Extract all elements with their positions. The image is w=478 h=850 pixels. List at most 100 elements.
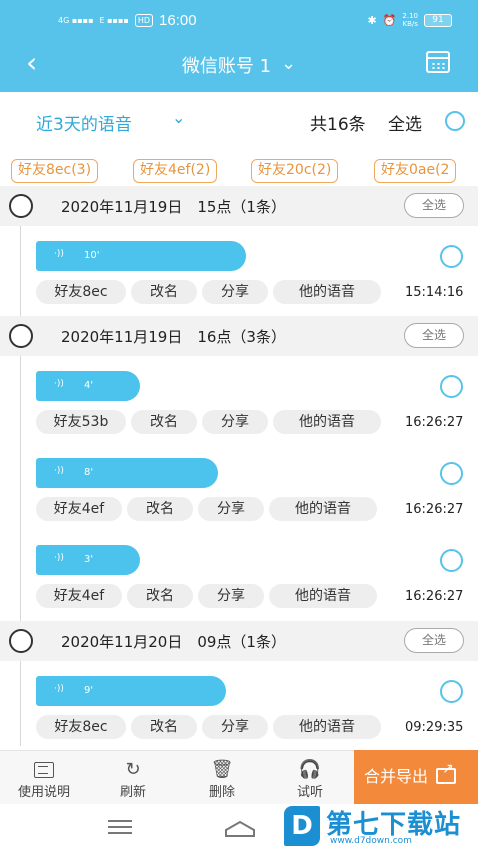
- item-timestamp: 09:29:35: [405, 720, 464, 735]
- export-icon: [436, 762, 457, 784]
- date-group-header: 2020年11月19日 16点（3条） 全选: [0, 316, 478, 356]
- friend-chip[interactable]: 好友4ef(2): [133, 159, 218, 183]
- item-actions: 好友4ef 改名 分享 他的语音: [36, 497, 377, 521]
- total-count: 共16条: [310, 115, 366, 135]
- page-title: 微信账号 1: [181, 56, 272, 77]
- listen-label: 试听: [296, 785, 323, 800]
- item-select-radio[interactable]: [440, 680, 463, 703]
- group-date-label: 2020年11月19日 15点（1条）: [61, 198, 286, 216]
- chevron-down-icon[interactable]: ⌄: [172, 108, 185, 127]
- voice-message-bubble[interactable]: ·)) 8': [36, 458, 218, 488]
- voice-duration: 9': [84, 685, 94, 696]
- signal-indicator-2: E ▪▪▪▪: [99, 16, 129, 25]
- group-date-label: 2020年11月19日 16点（3条）: [61, 328, 286, 346]
- battery-indicator: 91: [424, 13, 452, 27]
- voice-message-bubble[interactable]: ·)) 4': [36, 371, 140, 401]
- clock: 16:00: [159, 12, 197, 29]
- voice-message-bubble[interactable]: ·)) 10': [36, 241, 246, 271]
- group-select-radio[interactable]: [9, 629, 33, 653]
- watermark-url: www.d7down.com: [330, 836, 412, 846]
- merge-export-button[interactable]: 合并导出: [354, 750, 478, 804]
- item-actions: 好友53b 改名 分享 他的语音: [36, 410, 381, 434]
- friend-chip[interactable]: 好友8ec(3): [11, 159, 99, 183]
- document-icon: [34, 762, 54, 778]
- group-select-radio[interactable]: [9, 194, 33, 218]
- rename-button[interactable]: 改名: [131, 410, 197, 434]
- listen-button[interactable]: 🎧 试听: [272, 759, 348, 800]
- rename-button[interactable]: 改名: [131, 715, 197, 739]
- headphones-icon: 🎧: [298, 759, 322, 780]
- their-voice-button[interactable]: 他的语音: [273, 715, 381, 739]
- group-select-all-button[interactable]: 全选: [404, 628, 464, 653]
- watermark-logo: D 第七下载站 www.d7down.com: [284, 802, 474, 850]
- their-voice-button[interactable]: 他的语音: [273, 280, 381, 304]
- group-select-all-button[interactable]: 全选: [404, 193, 464, 218]
- item-select-radio[interactable]: [440, 245, 463, 268]
- status-bar: 4G ▪▪▪▪ E ▪▪▪▪ HD 16:00 ✱ ⏰ 2.10 KB/s 91: [0, 10, 478, 32]
- voice-duration: 3': [84, 554, 94, 565]
- item-select-radio[interactable]: [440, 462, 463, 485]
- voice-duration: 4': [84, 380, 94, 391]
- item-timestamp: 16:26:27: [405, 415, 464, 430]
- chevron-down-icon: ⌄: [281, 53, 297, 74]
- refresh-button[interactable]: ↻ 刷新: [95, 759, 171, 800]
- voice-list: 2020年11月19日 15点（1条） 全选 ·)) 10' 好友8ec 改名 …: [0, 186, 478, 746]
- group-select-all-button[interactable]: 全选: [404, 323, 464, 348]
- date-group-header: 2020年11月19日 15点（1条） 全选: [0, 186, 478, 226]
- voice-message-bubble[interactable]: ·)) 3': [36, 545, 140, 575]
- signal-indicator-1: 4G ▪▪▪▪: [58, 16, 94, 25]
- friend-chip[interactable]: 好友20c(2): [251, 159, 339, 183]
- merge-export-label: 合并导出: [364, 767, 429, 786]
- network-speed: 2.10 KB/s: [402, 12, 418, 28]
- voice-wave-icon: ·)): [54, 684, 64, 694]
- rename-button[interactable]: 改名: [127, 497, 193, 521]
- voice-wave-icon: ·)): [54, 553, 64, 563]
- item-actions: 好友8ec 改名 分享 他的语音: [36, 715, 381, 739]
- voice-wave-icon: ·)): [54, 466, 64, 476]
- help-button[interactable]: 使用说明: [6, 759, 82, 800]
- their-voice-button[interactable]: 他的语音: [269, 497, 377, 521]
- friend-name-button[interactable]: 好友8ec: [36, 715, 126, 739]
- friend-chip[interactable]: 好友0ae(2: [374, 159, 457, 183]
- range-selector[interactable]: 近3天的语音: [36, 110, 132, 135]
- friend-name-button[interactable]: 好友4ef: [36, 497, 122, 521]
- item-actions: 好友4ef 改名 分享 他的语音: [36, 584, 377, 608]
- select-all-label[interactable]: 全选: [388, 110, 422, 135]
- share-button[interactable]: 分享: [198, 497, 264, 521]
- share-button[interactable]: 分享: [198, 584, 264, 608]
- refresh-icon: ↻: [125, 759, 141, 780]
- group-date-label: 2020年11月20日 09点（1条）: [61, 633, 286, 651]
- select-all-radio[interactable]: [445, 111, 465, 131]
- friend-name-button[interactable]: 好友53b: [36, 410, 126, 434]
- share-button[interactable]: 分享: [202, 715, 268, 739]
- share-button[interactable]: 分享: [202, 410, 268, 434]
- group-select-radio[interactable]: [9, 324, 33, 348]
- rename-button[interactable]: 改名: [127, 584, 193, 608]
- menu-icon[interactable]: [108, 820, 132, 834]
- their-voice-button[interactable]: 他的语音: [269, 584, 377, 608]
- share-button[interactable]: 分享: [202, 280, 268, 304]
- bluetooth-icon: ✱: [367, 13, 377, 27]
- refresh-label: 刷新: [119, 785, 146, 800]
- delete-button[interactable]: 🗑 删除: [184, 759, 260, 800]
- help-label: 使用说明: [17, 785, 70, 800]
- home-icon[interactable]: [224, 816, 256, 838]
- voice-duration: 10': [84, 250, 100, 261]
- their-voice-button[interactable]: 他的语音: [273, 410, 381, 434]
- filter-bar: 近3天的语音 ⌄ 共16条 全选: [0, 92, 478, 148]
- voice-wave-icon: ·)): [54, 379, 64, 389]
- friend-name-button[interactable]: 好友4ef: [36, 584, 122, 608]
- watermark-icon: D: [284, 806, 320, 846]
- hd-badge: HD: [134, 14, 154, 27]
- top-app-bar: 4G ▪▪▪▪ E ▪▪▪▪ HD 16:00 ✱ ⏰ 2.10 KB/s 91…: [0, 0, 478, 92]
- rename-button[interactable]: 改名: [131, 280, 197, 304]
- item-select-radio[interactable]: [440, 549, 463, 572]
- item-actions: 好友8ec 改名 分享 他的语音: [36, 280, 381, 304]
- account-selector[interactable]: 微信账号 1 ⌄: [0, 52, 478, 78]
- timeline-line: [20, 186, 21, 746]
- friend-name-button[interactable]: 好友8ec: [36, 280, 126, 304]
- friend-filter-chips: 好友8ec(3) 好友4ef(2) 好友20c(2) 好友0ae(2: [0, 156, 478, 186]
- calendar-icon[interactable]: [426, 51, 450, 73]
- voice-message-bubble[interactable]: ·)) 9': [36, 676, 226, 706]
- item-select-radio[interactable]: [440, 375, 463, 398]
